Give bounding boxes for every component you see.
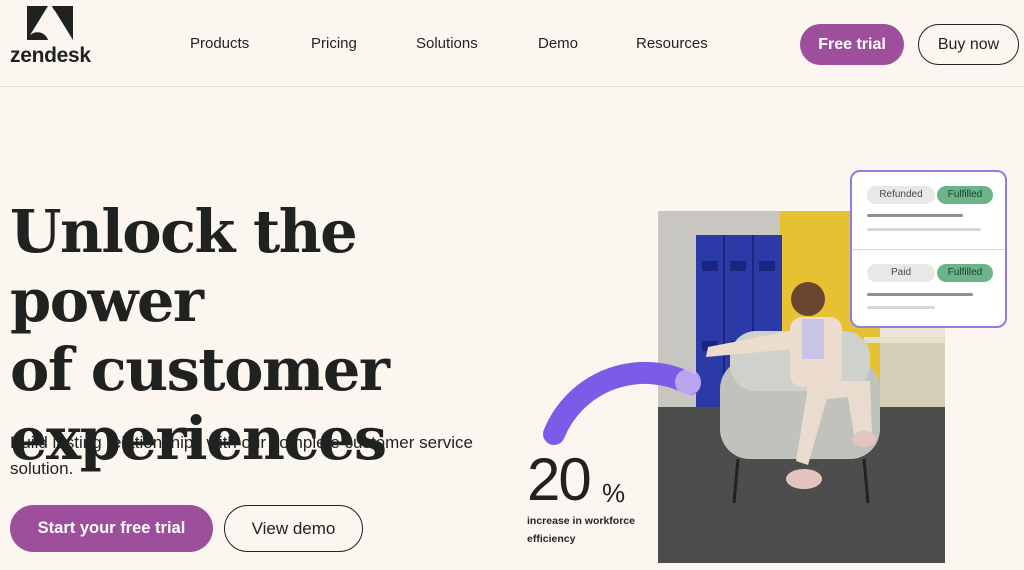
zendesk-logo[interactable]: zendesk — [10, 6, 94, 67]
brand-wordmark: zendesk — [10, 44, 91, 67]
stat-unit: % — [602, 478, 626, 508]
status-badge-refunded: Refunded — [867, 186, 935, 204]
status-badge-fulfilled: Fulfilled — [937, 264, 993, 282]
nav-item-demo[interactable]: Demo — [538, 35, 578, 52]
placeholder-line — [867, 228, 981, 231]
placeholder-line — [867, 214, 963, 217]
hero-title-line: Unlock the power — [10, 197, 358, 335]
view-demo-button[interactable]: View demo — [224, 505, 363, 552]
nav-item-solutions[interactable]: Solutions — [416, 35, 478, 52]
card-divider — [852, 249, 1005, 250]
nav-item-products[interactable]: Products — [190, 35, 249, 52]
buy-now-button[interactable]: Buy now — [918, 24, 1019, 65]
stat-value: 20 — [527, 446, 592, 513]
progress-arc — [543, 361, 701, 445]
hero-subtitle: Build lasting relationships with our com… — [10, 433, 473, 478]
free-trial-button[interactable]: Free trial — [800, 24, 904, 65]
status-badge-fulfilled: Fulfilled — [937, 186, 993, 204]
hero-title-line: of customer — [10, 335, 390, 404]
placeholder-line — [867, 293, 973, 296]
nav-item-resources[interactable]: Resources — [636, 35, 708, 52]
placeholder-line — [867, 306, 935, 309]
stat-label: increase in workforce efficiency — [527, 515, 635, 545]
status-badge-paid: Paid — [867, 264, 935, 282]
zendesk-logo-icon — [27, 6, 73, 40]
start-free-trial-button[interactable]: Start your free trial — [10, 505, 213, 552]
site-header: zendesk Products Pricing Solutions Demo … — [0, 0, 1024, 87]
nav-item-pricing[interactable]: Pricing — [311, 35, 357, 52]
order-status-card: Refunded Fulfilled Paid Fulfilled — [850, 170, 1007, 328]
